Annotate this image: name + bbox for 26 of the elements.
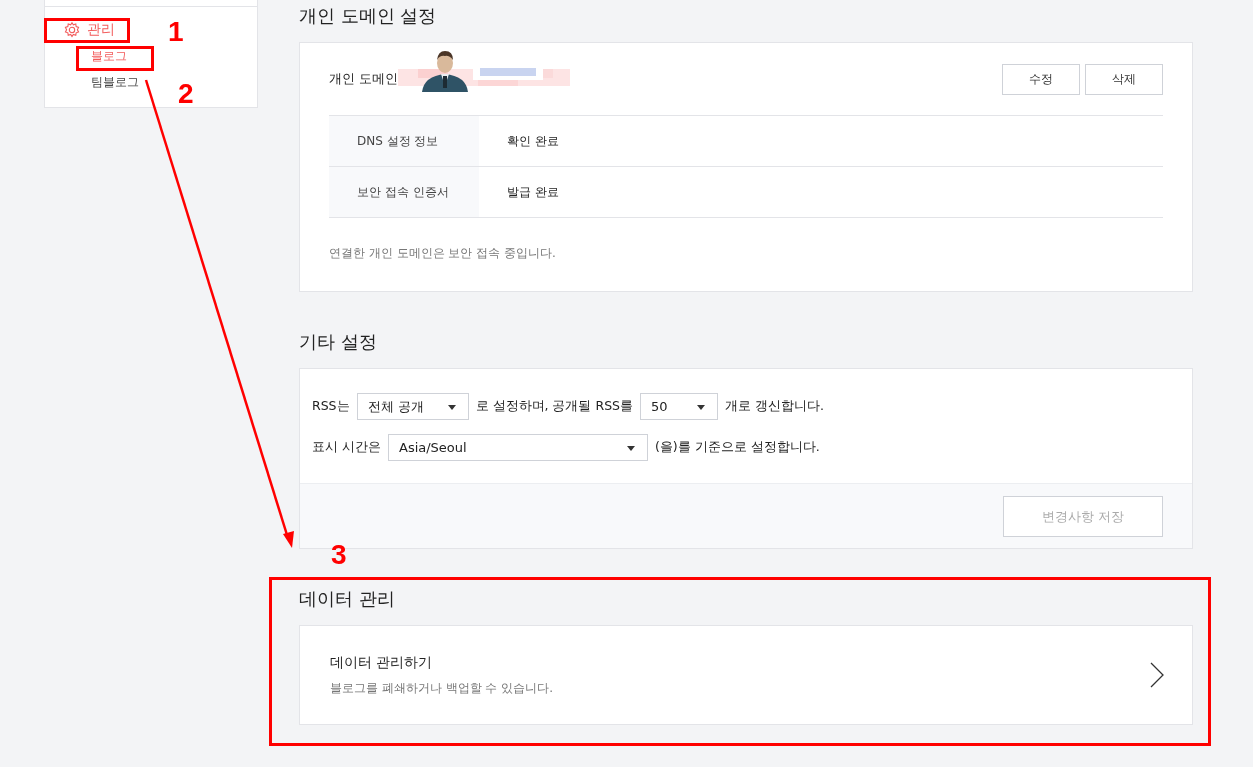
section-title: 데이터 관리: [299, 587, 396, 611]
setting-text: 표시 시간은: [312, 439, 381, 456]
domain-label: 개인 도메인: [329, 70, 399, 88]
annotation-number: 2: [178, 80, 194, 108]
table-cell-text: 발급 완료: [506, 183, 559, 201]
setting-text: RSS는: [312, 398, 350, 415]
count-dropdown[interactable]: 50: [640, 393, 718, 420]
annotation-number: 1: [168, 18, 184, 46]
section-title: 개인 도메인 설정: [299, 4, 438, 28]
section-title: 기타 설정: [299, 330, 378, 354]
visibility-dropdown[interactable]: 전체 공개: [356, 393, 469, 420]
annotation-number: 3: [331, 541, 347, 569]
item-title: 데이터 관리하기: [330, 653, 434, 672]
setting-text: 개로 갱신합니다.: [725, 398, 824, 415]
sidebar-subitem[interactable]: 팀블로그: [91, 74, 139, 91]
table-cell: 보안 접속 인증서: [329, 167, 479, 217]
action-button[interactable]: 수정: [1002, 63, 1080, 95]
data-management-card[interactable]: 데이터 관리하기 블로그를 폐쇄하거나 백업할 수 있습니다.: [299, 625, 1193, 725]
table-cell-text: 확인 완료: [506, 132, 559, 150]
timezone-dropdown[interactable]: Asia/Seoul: [388, 434, 648, 461]
action-button[interactable]: 삭제: [1085, 63, 1163, 95]
item-description: 블로그를 폐쇄하거나 백업할 수 있습니다.: [330, 679, 554, 697]
setting-text: (을)를 기준으로 설정합니다.: [655, 439, 820, 456]
setting-text: 로 설정하며, 공개될 RSS를: [475, 398, 633, 415]
status-note: 연결한 개인 도메인은 보안 접속 중입니다.: [328, 245, 557, 262]
table-cell: DNS 설정 정보: [329, 116, 479, 166]
